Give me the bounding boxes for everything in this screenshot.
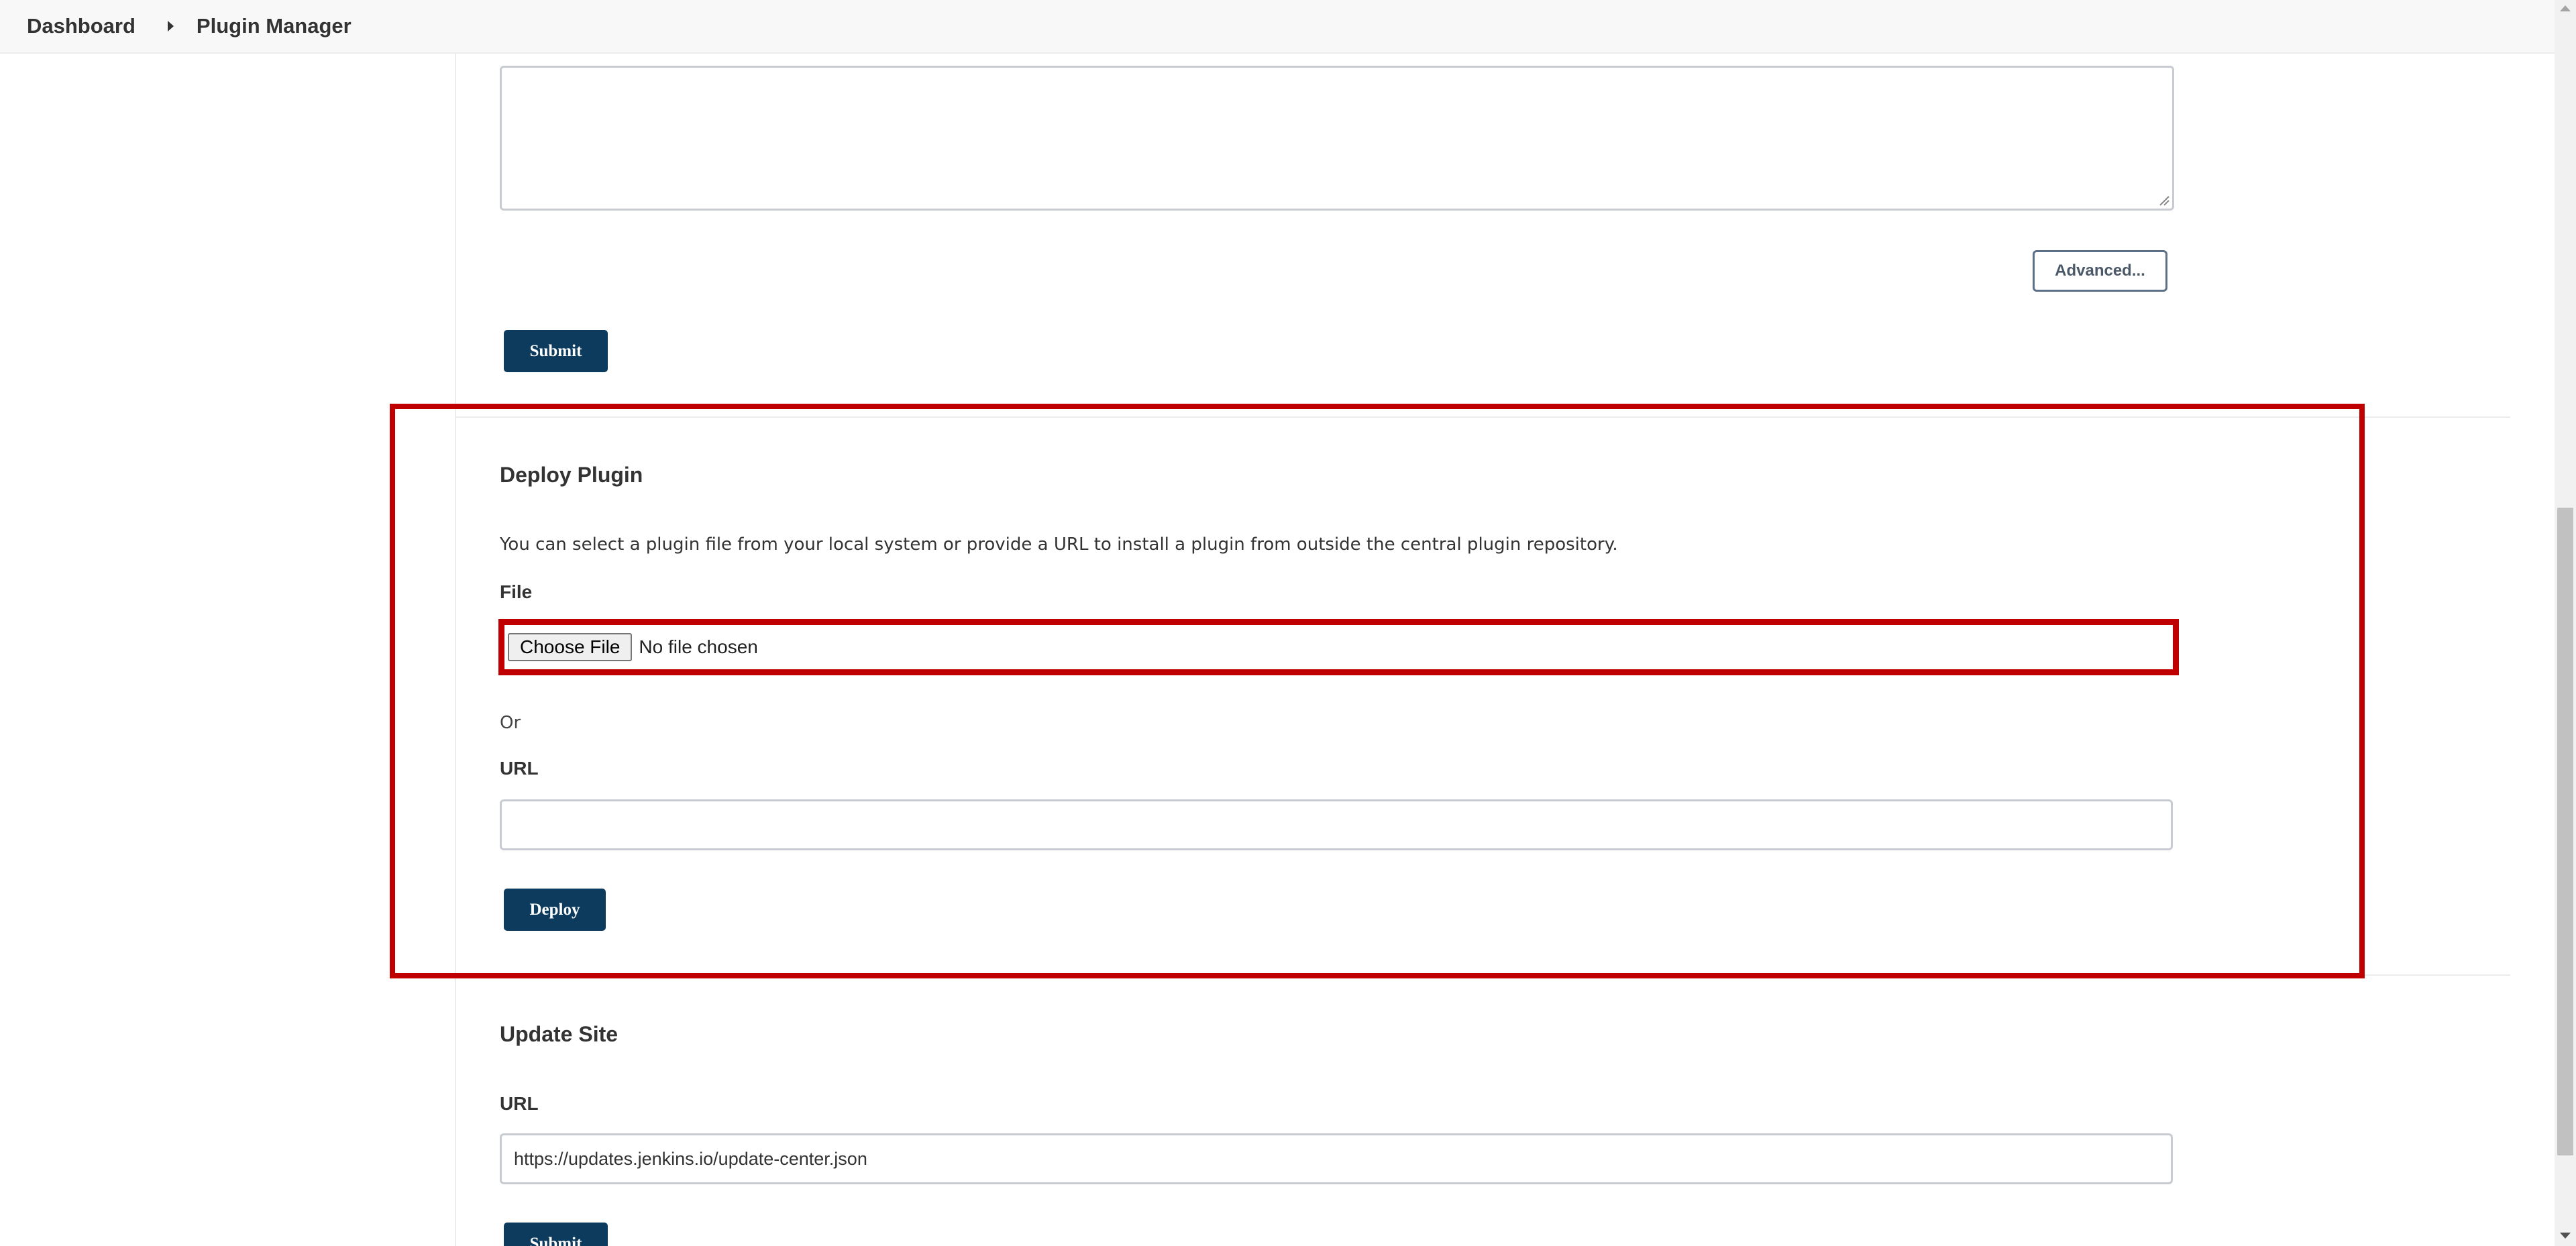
deploy-plugin-title: Deploy Plugin [500,463,643,487]
caret-right-icon[interactable] [167,21,174,32]
breadcrumb-plugin-manager-link[interactable]: Plugin Manager [197,14,352,38]
deploy-url-label: URL [500,758,539,779]
deploy-url-input[interactable] [500,799,2173,850]
advanced-button[interactable]: Advanced... [2033,250,2167,292]
plugin-textarea[interactable] [500,66,2174,211]
breadcrumb: Dashboard Plugin Manager [0,0,2555,54]
deploy-button[interactable]: Deploy [504,889,606,931]
resize-grip-icon[interactable] [2157,194,2169,206]
jenkins-plugin-manager-page: Dashboard Plugin Manager Advanced... Sub… [0,0,2576,1246]
update-site-url-label: URL [500,1093,539,1114]
update-site-submit-button[interactable]: Submit [504,1223,608,1246]
no-file-chosen-text: No file chosen [639,636,758,657]
submit-button[interactable]: Submit [504,330,608,372]
file-input[interactable]: Choose File No file chosen [508,633,758,661]
file-label: File [500,581,533,602]
or-separator-text: Or [500,713,521,733]
section-divider [455,974,2510,976]
deploy-plugin-highlight-box [390,404,2365,978]
section-divider [455,416,2510,418]
deploy-plugin-description: You can select a plugin file from your l… [500,534,1618,555]
breadcrumb-dashboard-link[interactable]: Dashboard [27,14,136,38]
scroll-up-icon[interactable] [2560,5,2571,11]
scroll-down-icon[interactable] [2560,1233,2571,1239]
content-left-border [455,54,456,1246]
scrollbar-thumb[interactable] [2557,508,2573,1155]
update-site-url-input[interactable] [500,1133,2173,1184]
choose-file-button[interactable]: Choose File [508,633,633,661]
update-site-title: Update Site [500,1022,619,1046]
